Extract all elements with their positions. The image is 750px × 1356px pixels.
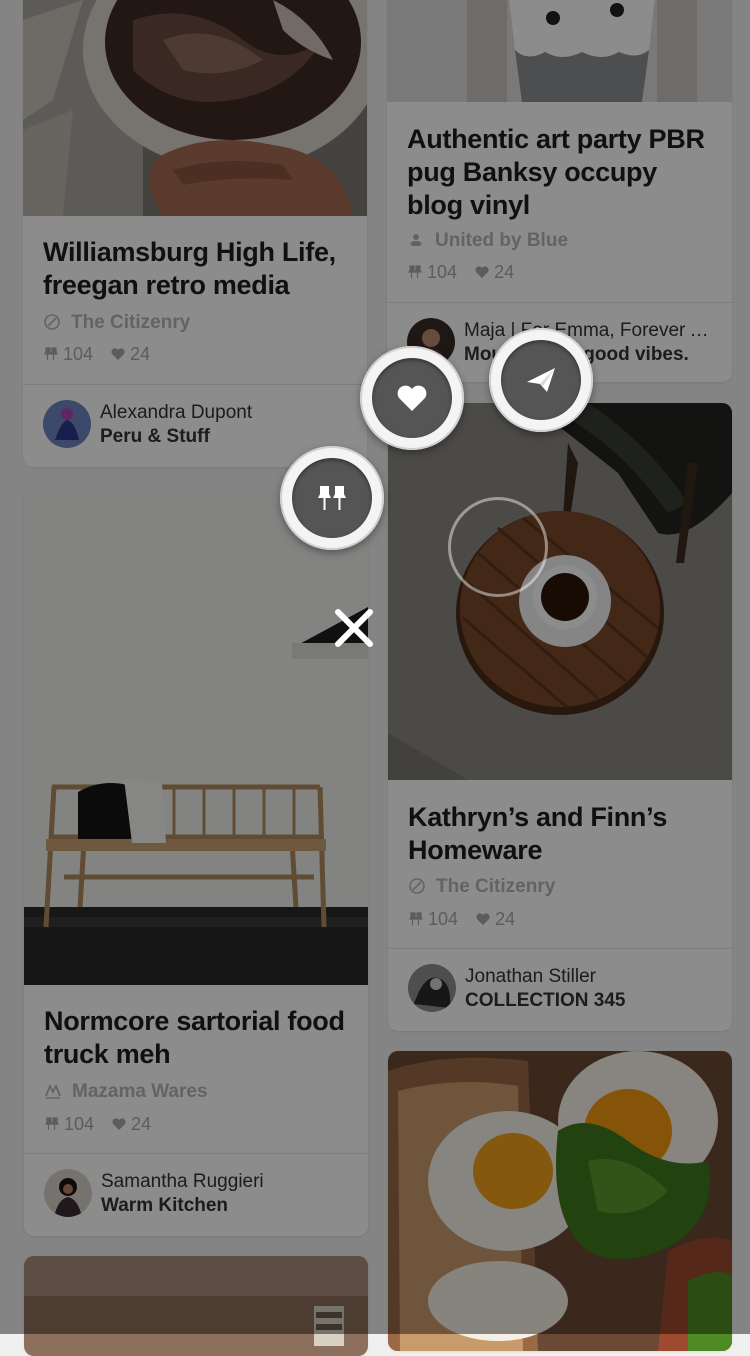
close-icon[interactable] [330,604,378,652]
pin-icon [318,486,346,510]
pin-button-face [292,458,372,538]
touch-indicator [448,497,548,597]
paper-plane-icon [527,368,555,392]
like-button-face [372,358,452,438]
pin-button[interactable] [280,446,384,550]
action-menu-overlay[interactable] [0,0,750,1334]
send-button[interactable] [489,328,593,432]
heart-icon [397,385,427,411]
like-button[interactable] [360,346,464,450]
send-button-face [501,340,581,420]
